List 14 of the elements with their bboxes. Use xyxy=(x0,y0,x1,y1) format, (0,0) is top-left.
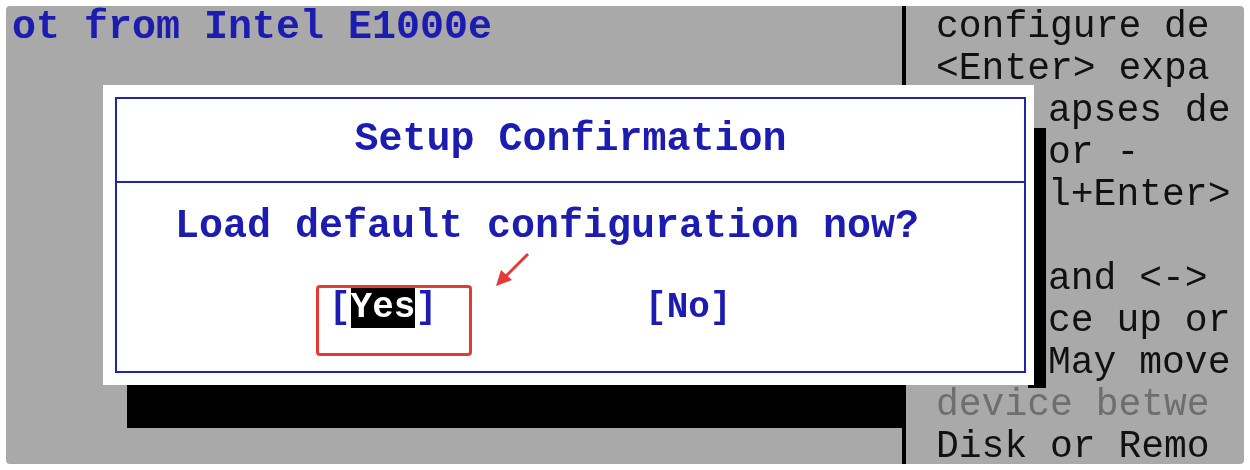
help-text: Disk or Remo xyxy=(936,425,1210,464)
option-button[interactable]: [No] xyxy=(645,288,732,328)
dialog-title: Setup Confirmation xyxy=(354,116,787,164)
dialog-message: Load default configuration now? xyxy=(175,204,920,249)
help-text: or - xyxy=(1048,131,1140,174)
help-text: device betwe xyxy=(936,383,1210,426)
help-text: May move xyxy=(1048,341,1231,384)
help-text: configure de xyxy=(936,6,1210,48)
boot-option-text: ot from Intel E1000e xyxy=(12,6,494,49)
help-text: apses de xyxy=(1048,89,1231,132)
help-text: l+Enter> xyxy=(1048,173,1231,216)
help-text: ce up or xyxy=(1048,299,1231,342)
help-text: <Enter> expa xyxy=(936,47,1210,90)
help-text: and <-> xyxy=(1048,257,1208,300)
